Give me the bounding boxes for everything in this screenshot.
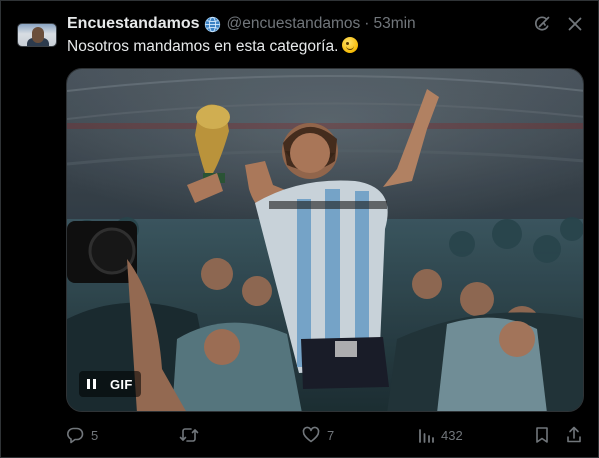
tweet-text-body: Nosotros mandamos en esta categoría. — [67, 38, 339, 55]
tweet-header: Encuestandamos @encuestandamos · 53min — [67, 13, 416, 35]
like-button[interactable]: 7 — [301, 424, 334, 446]
user-handle[interactable]: @encuestandamos — [226, 15, 360, 33]
gif-media[interactable]: GIF — [66, 68, 584, 412]
avatar[interactable] — [17, 23, 57, 47]
retweet-icon — [178, 425, 200, 445]
tweet-card[interactable]: Encuestandamos @encuestandamos · 53min N… — [0, 0, 599, 458]
heart-icon — [301, 425, 321, 445]
share-icon — [565, 425, 583, 445]
share-button[interactable] — [565, 424, 583, 446]
display-name[interactable]: Encuestandamos — [67, 15, 199, 33]
views-button[interactable]: 432 — [417, 424, 463, 446]
bookmark-button[interactable] — [533, 424, 551, 446]
close-icon[interactable] — [566, 15, 584, 33]
like-count: 7 — [327, 427, 335, 443]
globe-icon — [204, 16, 221, 33]
pause-icon[interactable] — [87, 379, 96, 389]
tweet-text: Nosotros mandamos en esta categoría. — [67, 36, 359, 58]
winking-face-icon — [342, 37, 359, 53]
gif-control[interactable]: GIF — [79, 371, 141, 397]
gif-image — [67, 69, 583, 411]
reply-count: 5 — [91, 427, 99, 443]
view-count: 432 — [441, 427, 463, 443]
bookmark-icon — [533, 425, 551, 445]
gif-badge: GIF — [110, 376, 133, 392]
reply-button[interactable]: 5 — [65, 424, 98, 446]
top-actions — [532, 14, 584, 34]
reply-icon — [65, 425, 85, 445]
grok-icon[interactable] — [532, 14, 552, 34]
retweet-button[interactable] — [178, 424, 200, 446]
separator-dot: · — [364, 15, 370, 32]
action-bar: 5 7 432 — [65, 424, 588, 446]
views-icon — [417, 425, 435, 445]
timestamp[interactable]: 53min — [373, 15, 415, 33]
